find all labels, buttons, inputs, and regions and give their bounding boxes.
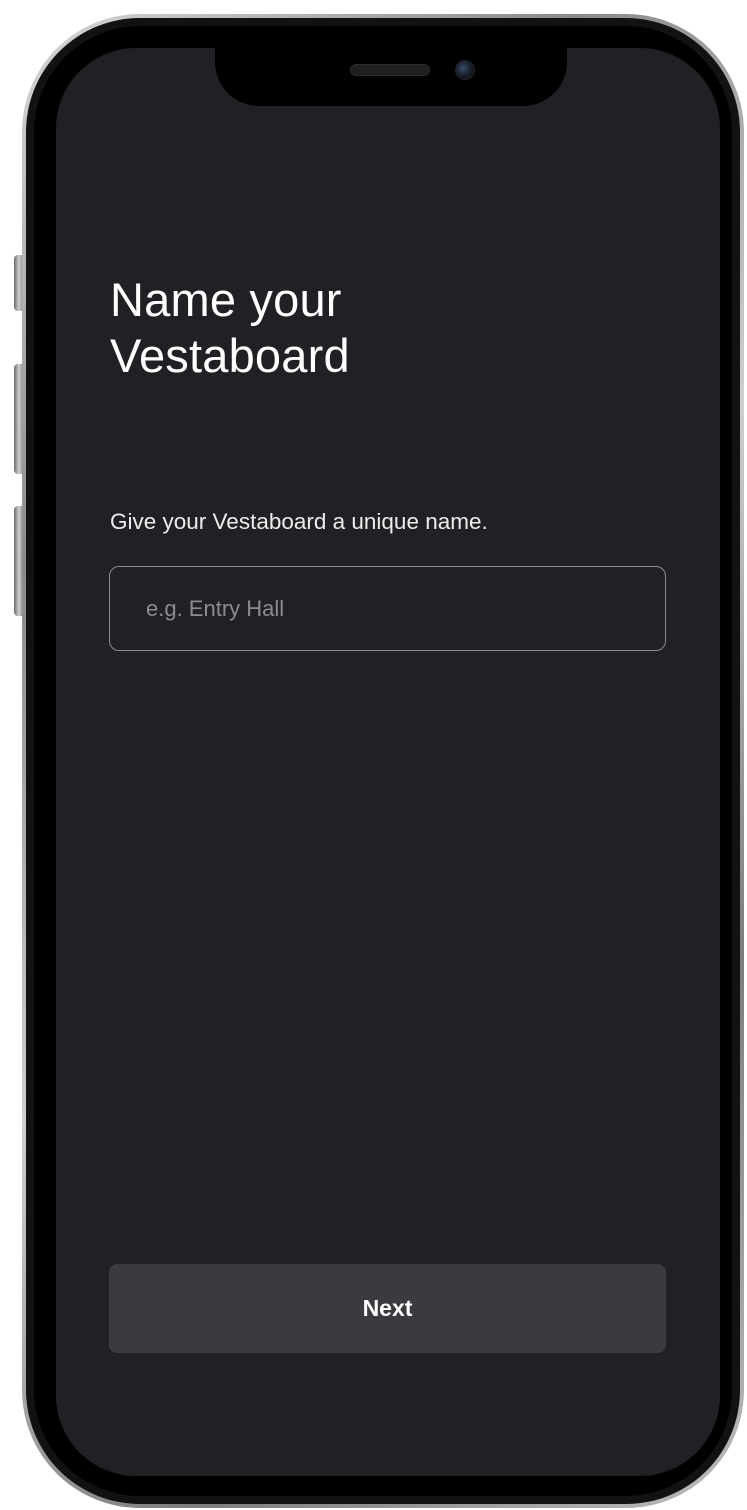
phone-screen: Name your Vestaboard Give your Vestaboar…: [56, 48, 720, 1476]
front-camera-icon: [455, 60, 475, 80]
subtitle: Give your Vestaboard a unique name.: [110, 509, 488, 534]
page-title: Name your Vestaboard: [110, 272, 670, 384]
board-name-input[interactable]: [109, 566, 666, 651]
speaker-grille: [350, 64, 430, 76]
notch: [215, 48, 567, 106]
next-button[interactable]: Next: [109, 1264, 666, 1353]
page-title-line-1: Name your: [110, 273, 342, 326]
page-title-line-2: Vestaboard: [110, 329, 350, 382]
